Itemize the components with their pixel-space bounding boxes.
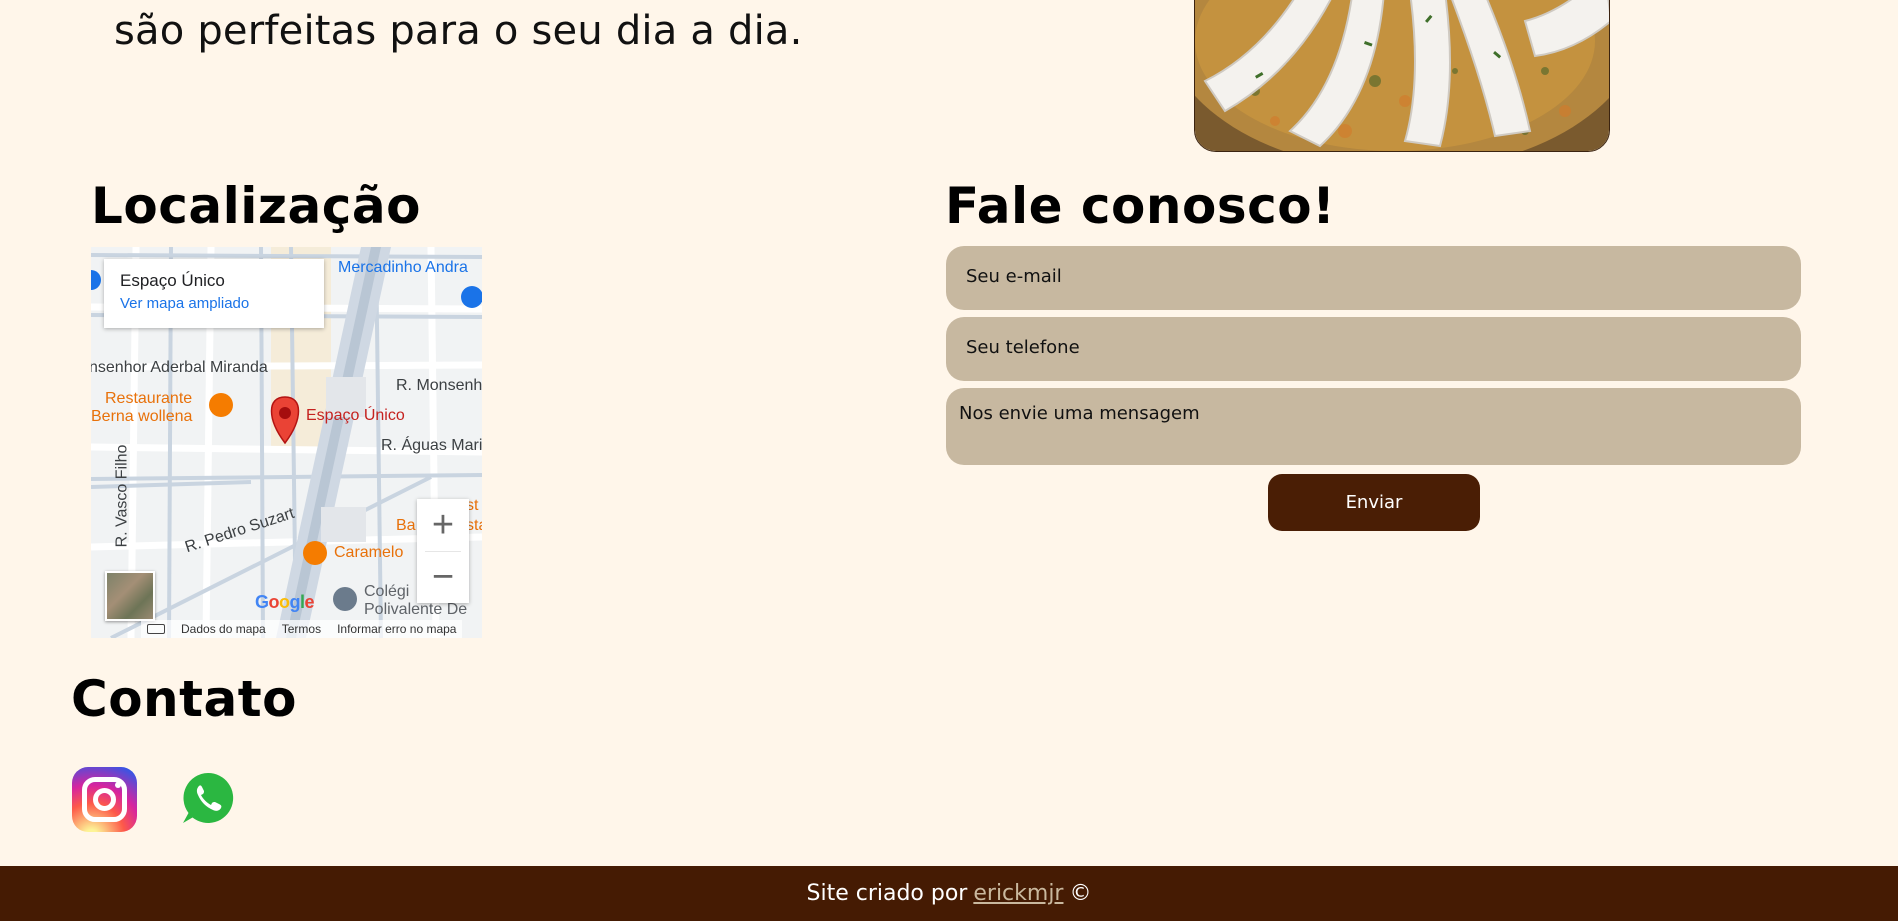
map-street-label: nsenhor Aderbal Miranda [91,359,268,376]
map-street-label: R. Águas Mari [381,437,482,454]
zoom-out-button[interactable]: − [417,551,469,603]
map-place-name: Espaço Único [120,271,225,290]
footer-prefix: Site criado por [806,881,968,906]
map-poi-label: Mercadinho Andra [338,259,468,276]
enlarge-map-link[interactable]: Ver mapa ampliado [120,295,308,312]
map-poi-label: Colégi [364,583,410,600]
copyright-symbol: © [1069,881,1092,906]
map-poi-label: Berna wollena [91,408,193,425]
whatsapp-icon[interactable] [180,770,236,826]
email-field[interactable]: Seu e-mail [946,246,1801,310]
instagram-icon[interactable] [72,767,137,832]
zoom-in-button[interactable]: + [417,499,469,551]
map-zoom-control: + − [417,499,469,603]
map-poi-label: Polivalente De [364,601,468,618]
map-poi-label: Restaurante [105,390,193,407]
contact-title: Contato [71,670,298,728]
map-poi-label: Ba [396,517,416,534]
location-title: Localização [91,177,421,235]
google-logo: Google [255,592,315,612]
map-street-label: R. Monsenh [396,377,482,394]
form-title: Fale conosco! [945,177,1336,235]
phone-field[interactable]: Seu telefone [946,317,1801,381]
map-marker-label: Espaço Único [306,407,405,424]
food-photo [1194,0,1610,152]
send-button[interactable]: Enviar [1268,474,1480,531]
keyboard-icon[interactable] [147,624,165,634]
map-data-link[interactable]: Dados do mapa [181,622,266,636]
author-link[interactable]: erickmjr [973,881,1063,906]
map-report-link[interactable]: Informar erro no mapa [337,622,456,636]
satellite-toggle[interactable] [105,571,155,621]
map-terms-link[interactable]: Termos [282,622,321,636]
map-poi-label: Caramelo [334,544,404,561]
embedded-map[interactable]: Espaço Único Ver mapa ampliado Mercadinh… [91,247,482,638]
map-footer: Dados do mapa Termos Informar erro no ma… [141,620,463,638]
map-info-card: Espaço Único Ver mapa ampliado [104,259,324,328]
map-street-label: R. Vasco Filho [113,444,131,548]
site-footer: Site criado por erickmjr © [0,866,1898,921]
message-field[interactable]: Nos envie uma mensagem [946,388,1801,465]
intro-text: são perfeitas para o seu dia a dia. [114,8,803,54]
